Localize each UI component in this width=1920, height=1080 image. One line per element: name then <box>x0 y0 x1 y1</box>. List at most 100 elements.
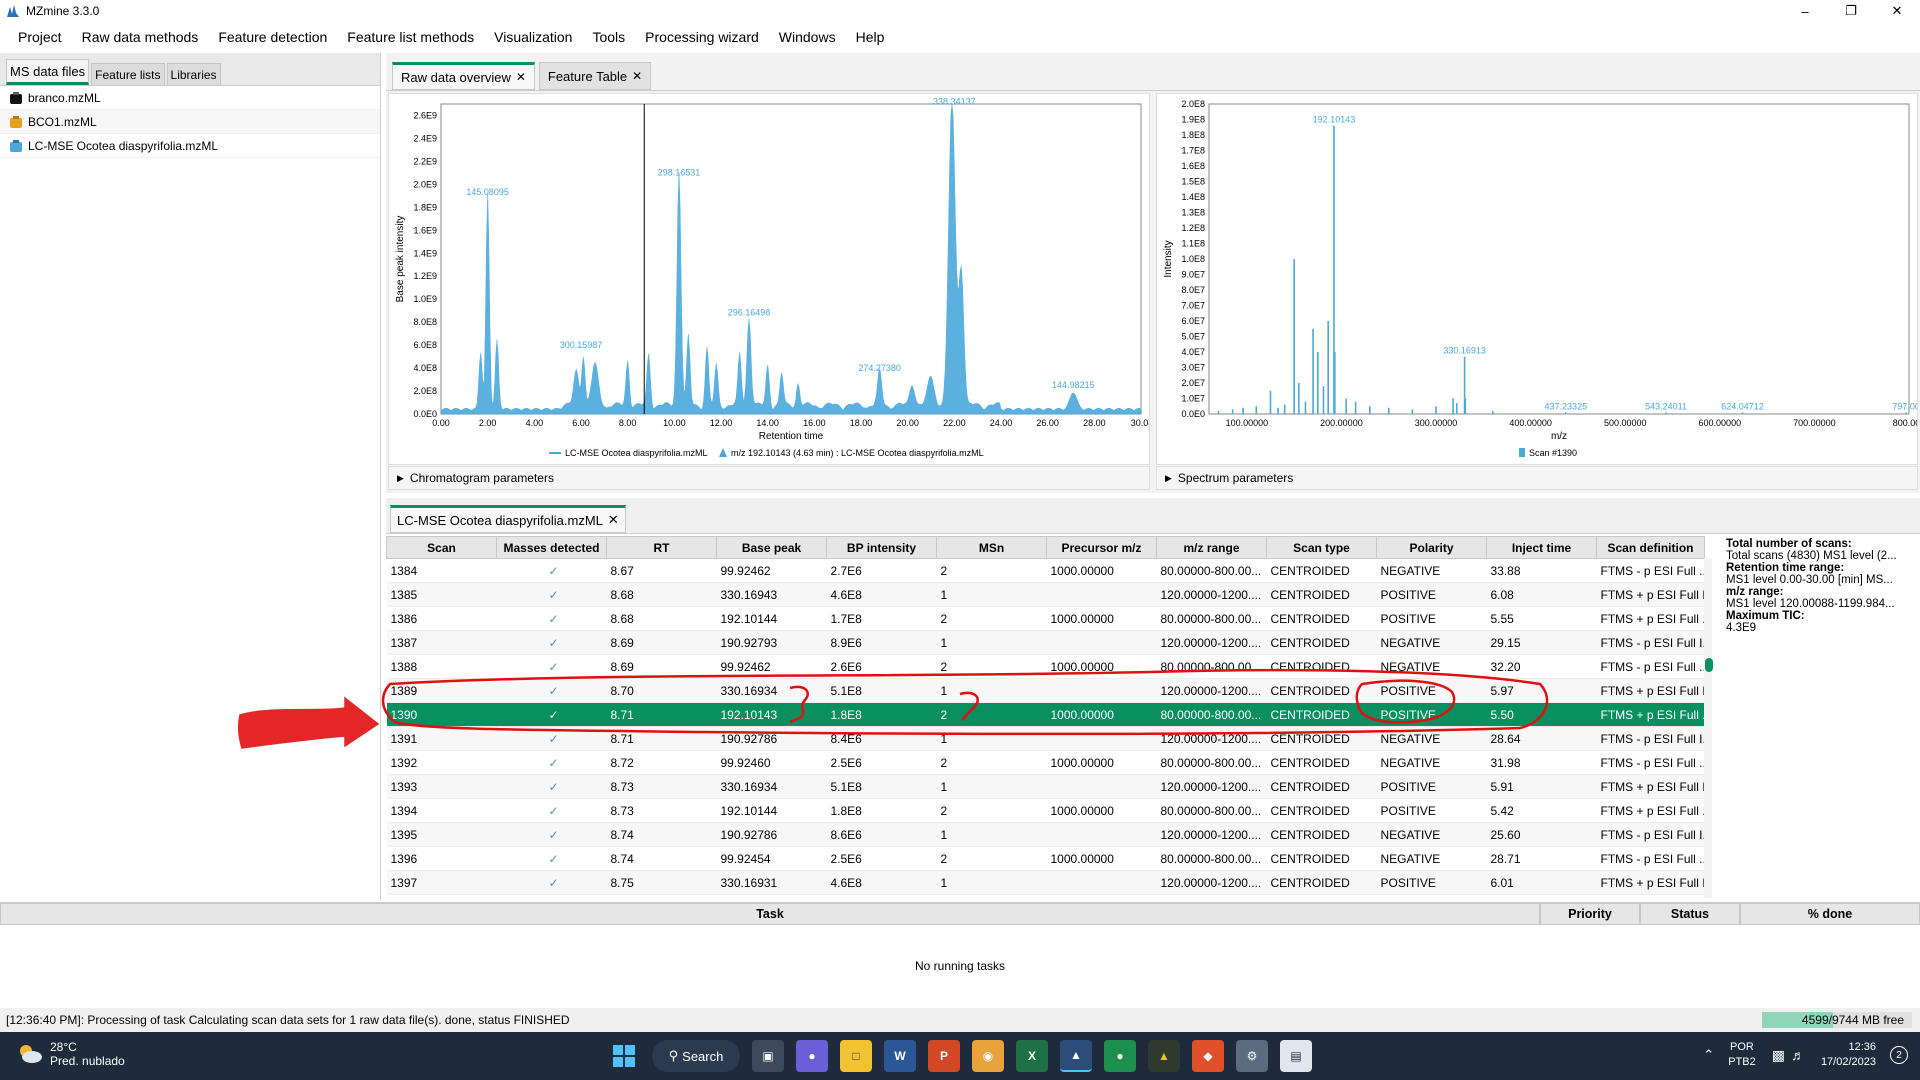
column-header-inject-time[interactable]: Inject time <box>1486 536 1597 559</box>
table-row[interactable]: 1388 ✓ 8.69 99.92462 2.6E6 2 1000.00000 80.0000… <box>386 654 1705 679</box>
tab-scan-table-file[interactable]: LC-MSE Ocotea diaspyrifolia.mzML ✕ <box>390 505 626 533</box>
browser-icon[interactable]: ◉ <box>972 1040 1004 1072</box>
raw-file-black-icon <box>8 91 24 105</box>
tab-feature-table[interactable]: Feature Table ✕ <box>538 62 652 90</box>
table-cell: 1388 <box>386 654 497 679</box>
spectrum-panel[interactable]: 2.0E8 1.9E8 1.8E8 1.7E8 1.6E8 1.5E8 1.4E8 1.3E8… <box>1156 93 1920 465</box>
column-header-scan[interactable]: Scan <box>386 536 497 559</box>
task-view-icon[interactable]: ▣ <box>752 1040 784 1072</box>
column-header-precursor-m-z[interactable]: Precursor m/z <box>1046 536 1157 559</box>
file-name: branco.mzML <box>28 90 101 105</box>
menu-feature-list-methods[interactable]: Feature list methods <box>337 29 484 45</box>
tab-label: Raw data overview <box>401 69 511 85</box>
menu-windows[interactable]: Windows <box>769 29 846 45</box>
mzmine-taskbar-icon[interactable]: ▲ <box>1060 1040 1092 1072</box>
table-row[interactable]: 1385 ✓ 8.68 330.16943 4.6E8 1 120.00000-1200..… <box>386 582 1705 607</box>
app-green-icon[interactable]: ● <box>1104 1040 1136 1072</box>
menu-project[interactable]: Project <box>8 29 72 45</box>
tab-raw-data-overview[interactable]: Raw data overview ✕ <box>392 62 535 90</box>
menu-feature-detection[interactable]: Feature detection <box>208 29 337 45</box>
spectrum-plot[interactable]: 2.0E8 1.9E8 1.8E8 1.7E8 1.6E8 1.5E8 1.4E8 1.3E8… <box>1157 94 1920 464</box>
settings-gear-icon[interactable]: ⚙ <box>1236 1040 1268 1072</box>
excel-icon[interactable]: X <box>1016 1040 1048 1072</box>
table-row[interactable]: 1390 ✓ 8.71 192.10143 1.8E8 2 1000.00000 80.000… <box>386 702 1705 727</box>
maximize-icon[interactable]: ❐ <box>1828 0 1874 22</box>
table-cell: ✓ <box>496 678 607 703</box>
powerpoint-icon[interactable]: P <box>928 1040 960 1072</box>
table-row[interactable]: 1387 ✓ 8.69 190.92793 8.9E6 1 120.00000-1200..… <box>386 630 1705 655</box>
network-icon[interactable]: ▩ <box>1772 1047 1785 1064</box>
task-column-header[interactable]: Task <box>0 903 1540 925</box>
column-header-scan-definition[interactable]: Scan definition <box>1596 536 1705 559</box>
menu-tools[interactable]: Tools <box>582 29 635 45</box>
chat-icon[interactable]: ● <box>796 1040 828 1072</box>
table-row[interactable]: 1386 ✓ 8.68 192.10144 1.7E8 2 1000.00000 80.000… <box>386 606 1705 631</box>
file-item[interactable]: branco.mzML <box>0 86 380 110</box>
spectrum-parameters-toggle[interactable]: ▶ Spectrum parameters <box>1156 466 1918 490</box>
chevron-up-icon[interactable]: ⌃ <box>1703 1047 1714 1063</box>
priority-column-header[interactable]: Priority <box>1540 903 1640 925</box>
menu-raw-data-methods[interactable]: Raw data methods <box>72 29 209 45</box>
file-item[interactable]: BCO1.mzML <box>0 110 380 134</box>
table-row[interactable]: 1393 ✓ 8.73 330.16934 5.1E8 1 120.00000-1200..… <box>386 774 1705 799</box>
chromatogram-panel[interactable]: 2.6E9 2.4E9 2.2E9 2.0E9 1.8E9 1.6E9 1.4E9 1.2E9… <box>388 93 1151 465</box>
column-header-msn[interactable]: MSn <box>936 536 1047 559</box>
warning-triangle-app-icon[interactable]: ▲ <box>1148 1040 1180 1072</box>
clock[interactable]: 12:36 17/02/2023 <box>1821 1040 1876 1070</box>
taskbar-search[interactable]: ⚲ Search <box>652 1040 740 1072</box>
minimize-icon[interactable]: – <box>1782 0 1828 22</box>
chromatogram-parameters-toggle[interactable]: ▶ Chromatogram parameters <box>388 466 1150 490</box>
table-row[interactable]: 1389 ✓ 8.70 330.16934 5.1E8 1 120.00000-1200..… <box>386 678 1705 703</box>
close-window-icon[interactable]: ✕ <box>1874 0 1920 22</box>
table-scrollbar[interactable] <box>1704 558 1713 898</box>
notification-badge[interactable]: 2 <box>1890 1046 1908 1064</box>
menu-help[interactable]: Help <box>846 29 895 45</box>
brave-icon[interactable]: ◆ <box>1192 1040 1224 1072</box>
table-row[interactable]: 1396 ✓ 8.74 99.92454 2.5E6 2 1000.00000 80.0000… <box>386 846 1705 871</box>
table-cell: ✓ <box>496 606 607 631</box>
word-icon[interactable]: W <box>884 1040 916 1072</box>
table-row[interactable]: 1392 ✓ 8.72 99.92460 2.5E6 2 1000.00000 80.0000… <box>386 750 1705 775</box>
close-tab-icon[interactable]: ✕ <box>516 70 526 84</box>
tab-feature-lists[interactable]: Feature lists <box>91 63 165 85</box>
volume-icon[interactable]: ♬ <box>1791 1047 1805 1063</box>
close-tab-icon[interactable]: ✕ <box>608 512 619 528</box>
scrollbar-thumb[interactable] <box>1705 658 1713 672</box>
menu-processing-wizard[interactable]: Processing wizard <box>635 29 769 45</box>
tab-libraries[interactable]: Libraries <box>166 63 221 85</box>
column-header-rt[interactable]: RT <box>606 536 717 559</box>
tab-ms-data-files[interactable]: MS data files <box>6 59 90 85</box>
table-cell: 8.67 <box>606 558 717 583</box>
language-indicator[interactable]: POR PTB2 <box>1728 1040 1756 1070</box>
memory-bar[interactable]: 4599/9744 MB free <box>1762 1012 1912 1028</box>
percent-done-column-header[interactable]: % done <box>1740 903 1920 925</box>
table-cell <box>1046 678 1157 703</box>
table-row[interactable]: 1397 ✓ 8.75 330.16931 4.6E8 1 120.00000-1200..… <box>386 870 1705 895</box>
weather-widget[interactable]: 28°C Pred. nublado <box>16 1040 125 1068</box>
menu-visualization[interactable]: Visualization <box>484 29 582 45</box>
close-tab-icon[interactable]: ✕ <box>632 69 642 83</box>
column-header-polarity[interactable]: Polarity <box>1376 536 1487 559</box>
table-cell: CENTROIDED <box>1266 606 1377 631</box>
menu-bar: Project Raw data methods Feature detection… <box>0 24 1920 50</box>
status-column-header[interactable]: Status <box>1640 903 1740 925</box>
table-cell: NEGATIVE <box>1376 630 1487 655</box>
app-window-icon[interactable]: ▤ <box>1280 1040 1312 1072</box>
legend-area-icon <box>719 448 727 457</box>
file-item[interactable]: LC-MSE Ocotea diaspyrifolia.mzML <box>0 134 380 158</box>
column-header-bp-intensity[interactable]: BP intensity <box>826 536 937 559</box>
table-cell: 31.98 <box>1486 750 1597 775</box>
start-icon[interactable] <box>608 1040 640 1072</box>
table-row[interactable]: 1394 ✓ 8.73 192.10144 1.8E8 2 1000.00000 80.000… <box>386 798 1705 823</box>
table-row[interactable]: 1395 ✓ 8.74 190.92786 8.6E6 1 120.00000-1200..… <box>386 822 1705 847</box>
table-row[interactable]: 1384 ✓ 8.67 99.92462 2.7E6 2 1000.00000 80.0000… <box>386 558 1705 583</box>
column-header-masses-detected[interactable]: Masses detected <box>496 536 607 559</box>
table-cell: 8.71 <box>606 726 717 751</box>
table-row[interactable]: 1391 ✓ 8.71 190.92786 8.4E6 1 120.00000-1200..… <box>386 726 1705 751</box>
file-explorer-icon[interactable]: □ <box>840 1040 872 1072</box>
chromatogram-plot[interactable]: 2.6E9 2.4E9 2.2E9 2.0E9 1.8E9 1.6E9 1.4E9 1.2E9… <box>389 94 1151 464</box>
column-header-m-z-range[interactable]: m/z range <box>1156 536 1267 559</box>
column-header-base-peak[interactable]: Base peak <box>716 536 827 559</box>
legend-entry: Scan #1390 <box>1529 448 1577 458</box>
column-header-scan-type[interactable]: Scan type <box>1266 536 1377 559</box>
